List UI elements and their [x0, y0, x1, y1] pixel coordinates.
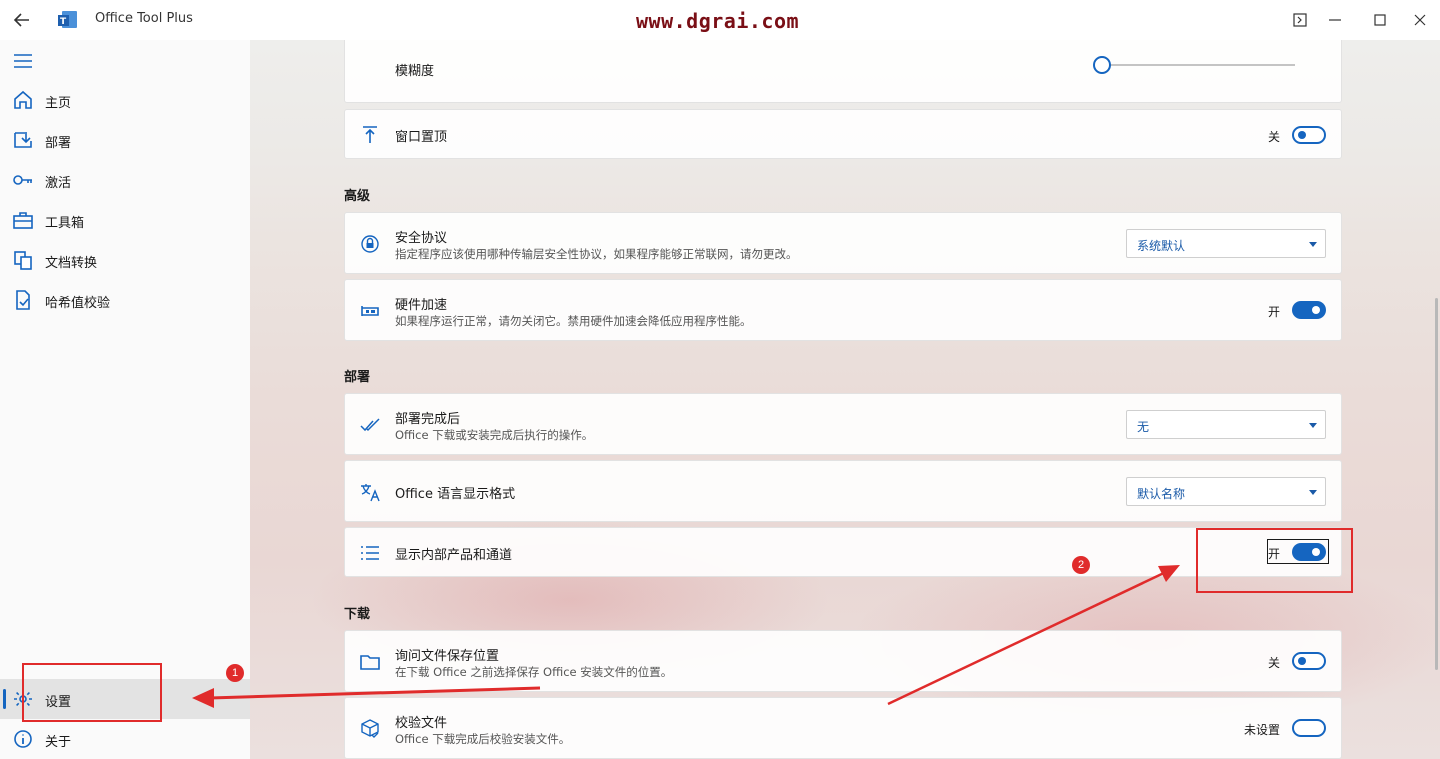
- chevron-down-icon: [1309, 423, 1317, 428]
- setting-title: 硬件加速: [395, 298, 448, 313]
- watermark-text: www.dgrai.com: [636, 9, 800, 33]
- select-value: 系统默认: [1137, 239, 1186, 253]
- sidebar-item-label: 文档转换: [45, 256, 98, 271]
- toggle-state-label: 未设置: [1243, 723, 1280, 737]
- sidebar-item-about[interactable]: 关于: [0, 719, 250, 759]
- sidebar-item-home[interactable]: 主页: [0, 80, 250, 120]
- setting-title: 显示内部产品和通道: [395, 548, 513, 563]
- close-icon[interactable]: [1410, 10, 1430, 30]
- title-bar: T Office Tool Plus www.dgrai.com: [0, 0, 1440, 40]
- toggle-state-label: 开: [1267, 305, 1280, 319]
- setting-topmost: 窗口置顶 关: [344, 109, 1342, 159]
- setting-after-deploy: 部署完成后 Office 下载或安装完成后执行的操作。 无: [344, 393, 1342, 455]
- select-value: 默认名称: [1137, 487, 1186, 501]
- translate-icon: [361, 484, 380, 502]
- package-check-icon: [361, 719, 379, 738]
- sidebar-item-activate[interactable]: 激活: [0, 160, 250, 200]
- scrollbar-thumb[interactable]: [1435, 298, 1438, 670]
- setting-description: 如果程序运行正常，请勿关闭它。禁用硬件加速会降低应用程序性能。: [395, 314, 752, 328]
- chevron-down-icon: [1309, 490, 1317, 495]
- scrollbar[interactable]: [1434, 40, 1440, 759]
- annotation-marker-1: 1: [226, 664, 244, 682]
- setting-hardware-acceleration: 硬件加速 如果程序运行正常，请勿关闭它。禁用硬件加速会降低应用程序性能。 开: [344, 279, 1342, 341]
- active-indicator: [3, 689, 6, 709]
- compact-overlay-icon[interactable]: [1290, 10, 1310, 30]
- maximize-icon[interactable]: [1370, 10, 1390, 30]
- blur-slider-thumb[interactable]: [1093, 56, 1111, 74]
- sidebar-item-convert[interactable]: 文档转换: [0, 240, 250, 280]
- verify-files-toggle[interactable]: [1292, 719, 1326, 737]
- chevron-down-icon: [1309, 242, 1317, 247]
- ask-location-toggle-wrap: 关: [1246, 652, 1326, 672]
- setting-description: Office 下载或安装完成后执行的操作。: [395, 428, 594, 442]
- after-deploy-select[interactable]: 无: [1126, 410, 1326, 439]
- svg-text:T: T: [60, 17, 67, 27]
- language-format-select[interactable]: 默认名称: [1126, 477, 1326, 506]
- setting-title: 安全协议: [395, 231, 448, 246]
- list-icon: [361, 546, 379, 560]
- section-heading-deploy: 部署: [344, 370, 371, 385]
- convert-icon: [14, 251, 32, 270]
- setting-title: 询问文件保存位置: [395, 649, 500, 664]
- setting-blur: 模糊度: [344, 40, 1342, 103]
- section-heading-download: 下载: [344, 607, 371, 622]
- app-logo-icon: T: [58, 11, 77, 28]
- info-icon: [14, 730, 32, 748]
- topmost-toggle-wrap: 关: [1246, 126, 1326, 146]
- setting-title: Office 语言显示格式: [395, 487, 516, 502]
- sidebar-item-deploy[interactable]: 部署: [0, 120, 250, 160]
- security-protocol-select[interactable]: 系统默认: [1126, 229, 1326, 258]
- toggle-state-label: 关: [1267, 656, 1280, 670]
- blur-slider-track[interactable]: [1095, 64, 1295, 66]
- back-arrow-icon[interactable]: [12, 10, 32, 30]
- setting-language-format: Office 语言显示格式 默认名称: [344, 460, 1342, 522]
- select-value: 无: [1137, 420, 1150, 434]
- key-icon: [13, 175, 32, 185]
- hwaccel-toggle[interactable]: [1292, 301, 1326, 319]
- sidebar-item-label: 哈希值校验: [45, 296, 111, 311]
- hwaccel-toggle-wrap: 开: [1246, 301, 1326, 321]
- pin-top-icon: [363, 126, 377, 143]
- setting-description: 在下载 Office 之前选择保存 Office 安装文件的位置。: [395, 665, 673, 679]
- sidebar-item-toolbox[interactable]: 工具箱: [0, 200, 250, 240]
- hash-icon: [16, 290, 30, 310]
- annotation-marker-2: 2: [1072, 556, 1090, 574]
- sidebar-item-label: 主页: [45, 96, 72, 111]
- setting-ask-save-location: 询问文件保存位置 在下载 Office 之前选择保存 Office 安装文件的位…: [344, 630, 1342, 692]
- double-check-icon: [360, 418, 380, 432]
- sidebar-item-label: 激活: [45, 176, 72, 191]
- annotation-box-1: [22, 663, 162, 722]
- toolbox-icon: [13, 212, 33, 229]
- setting-security-protocol: 安全协议 指定程序应该使用哪种传输层安全性协议，如果程序能够正常联网，请勿更改。…: [344, 212, 1342, 274]
- minimize-icon[interactable]: [1325, 10, 1345, 30]
- folder-icon: [360, 655, 380, 670]
- sidebar-item-label: 关于: [45, 735, 72, 750]
- sidebar-item-hash[interactable]: 哈希值校验: [0, 280, 250, 320]
- app-title: Office Tool Plus: [95, 11, 193, 26]
- section-heading-advanced: 高级: [344, 189, 371, 204]
- setting-title: 部署完成后: [395, 412, 461, 427]
- gpu-icon: [361, 306, 379, 316]
- setting-title: 模糊度: [395, 64, 435, 79]
- setting-title: 校验文件: [395, 716, 448, 731]
- focus-outline: [1267, 539, 1329, 564]
- lock-icon: [361, 235, 379, 253]
- setting-internal-products: 显示内部产品和通道 开: [344, 527, 1342, 577]
- settings-panel: 模糊度 窗口置顶 关 高级 安全协议 指定程序应该使用哪种传输层安全性协议，如果…: [250, 40, 1440, 759]
- ask-location-toggle[interactable]: [1292, 652, 1326, 670]
- sidebar: 主页 部署 激活 工具箱 文档转换 哈希值校验 设置 关于: [0, 40, 250, 759]
- sidebar-item-label: 工具箱: [45, 216, 85, 231]
- menu-icon[interactable]: [12, 52, 34, 70]
- setting-verify-files: 校验文件 Office 下载完成后校验安装文件。 未设置: [344, 697, 1342, 759]
- toggle-state-label: 关: [1267, 130, 1280, 144]
- setting-description: Office 下载完成后校验安装文件。: [395, 732, 571, 746]
- deploy-icon: [14, 132, 32, 148]
- setting-title: 窗口置顶: [395, 130, 448, 145]
- topmost-toggle[interactable]: [1292, 126, 1326, 144]
- verify-toggle-wrap: 未设置: [1206, 719, 1326, 739]
- sidebar-item-label: 部署: [45, 136, 72, 151]
- home-icon: [14, 90, 32, 109]
- setting-description: 指定程序应该使用哪种传输层安全性协议，如果程序能够正常联网，请勿更改。: [395, 247, 798, 261]
